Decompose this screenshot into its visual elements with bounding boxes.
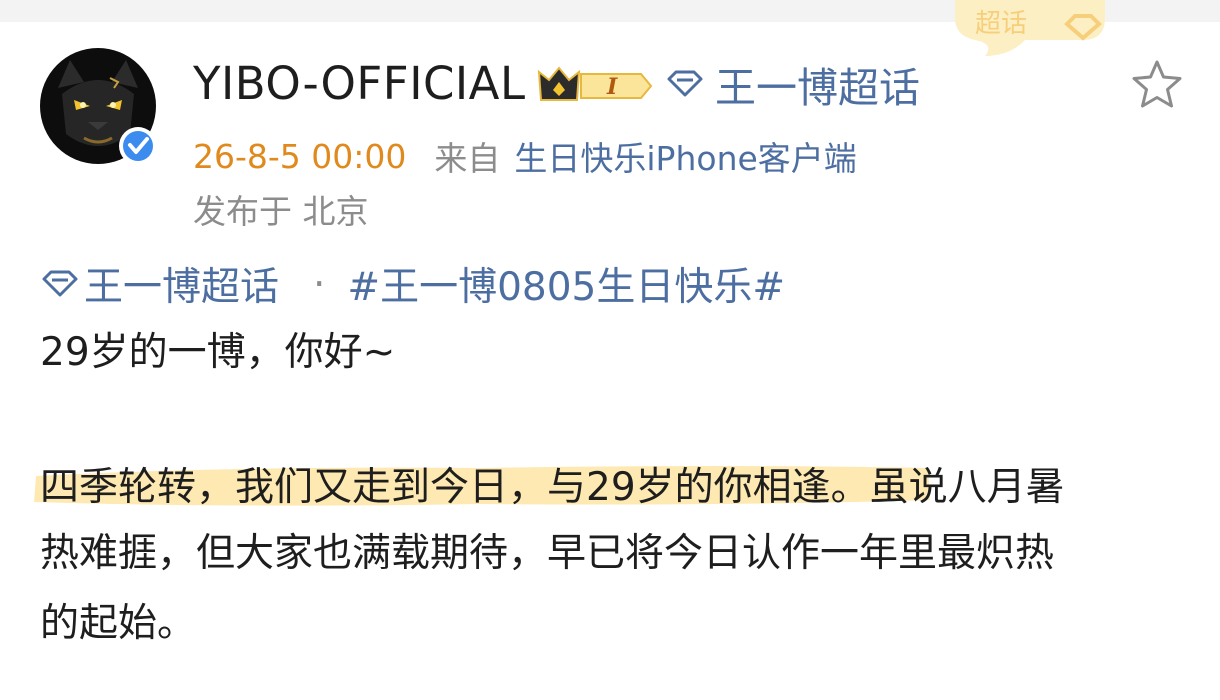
separator: · xyxy=(313,261,326,307)
corner-tag-text: 超话 xyxy=(975,9,1027,39)
post-meta: 26-8-5 00:00 来自 生日快乐iPhone客户端 xyxy=(193,132,857,180)
diamond-icon xyxy=(667,70,703,97)
supertopic-header-label: 王一博超话 xyxy=(715,64,920,112)
hashtag-link[interactable]: #王一博0805生日快乐# xyxy=(347,256,785,312)
weibo-post-screen: 超话 YIBO-OFFICIAL I 王一博超话 26-8-5 00:00 来自… xyxy=(0,0,1220,700)
post-location: 发布于 北京 xyxy=(193,192,369,231)
topic-line: 王一博超话 · #王一博0805生日快乐# xyxy=(40,256,785,312)
supertopic-header-link[interactable]: 王一博超话 xyxy=(665,56,920,112)
post-text-line: 热难捱，但大家也满载期待，早已将今日认作一年里最炽热 xyxy=(40,531,1055,576)
post-text-line: 29岁的一博，你好~ xyxy=(40,330,396,375)
post-text-line: 四季轮转，我们又走到今日，与29岁的你相逢。虽说八月暑 xyxy=(40,465,1065,510)
favorite-star-icon[interactable] xyxy=(1130,58,1184,112)
level-badge-text: I xyxy=(606,74,618,100)
verified-badge-icon xyxy=(119,127,157,165)
diamond-icon xyxy=(42,270,78,297)
from-label: 来自 xyxy=(434,139,501,178)
username[interactable]: YIBO-OFFICIAL xyxy=(193,56,526,112)
post-text-line: 的起始。 xyxy=(40,601,197,646)
post-time: 26-8-5 00:00 xyxy=(193,136,407,176)
crown-level-badge-icon[interactable]: I xyxy=(537,62,655,106)
client-link[interactable]: 生日快乐iPhone客户端 xyxy=(514,132,856,180)
supertopic-corner-tag: 超话 xyxy=(955,0,1105,56)
topic-tag-link[interactable]: 王一博超话 xyxy=(84,256,279,312)
